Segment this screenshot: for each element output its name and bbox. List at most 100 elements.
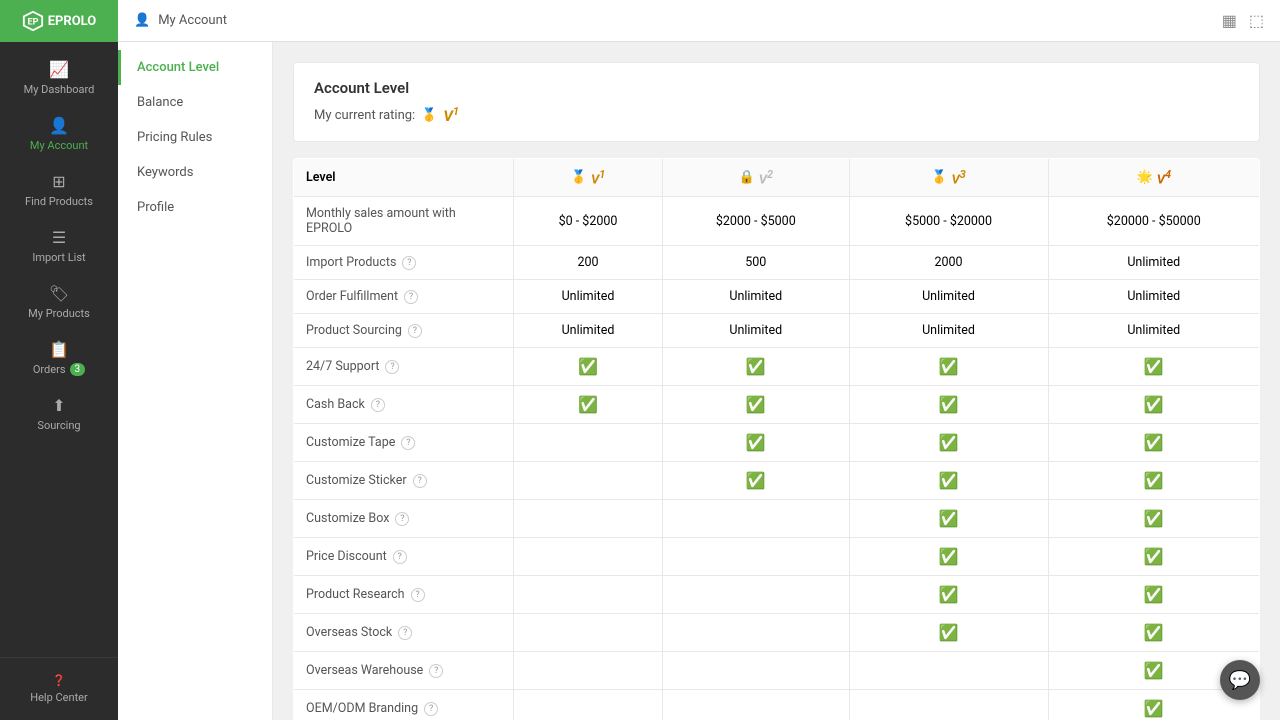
- check-icon: ✅: [939, 585, 959, 604]
- sub-nav-pricing-rules[interactable]: Pricing Rules: [118, 120, 272, 155]
- current-rating: My current rating: 🥇 V1: [314, 105, 1239, 125]
- sidebar-nav: 📈 My Dashboard 👤 My Account ⊞ Find Produ…: [0, 42, 118, 657]
- feature-value-v2: [663, 538, 850, 576]
- feature-name: Import Products: [306, 255, 396, 270]
- help-icon[interactable]: ?: [398, 626, 412, 640]
- check-icon: ✅: [939, 395, 959, 414]
- chat-icon: 💬: [1229, 670, 1251, 691]
- feature-label-cell: Customize Tape ?: [294, 424, 514, 462]
- help-icon[interactable]: ?: [385, 360, 399, 374]
- logout-icon[interactable]: ⬚: [1249, 11, 1264, 30]
- check-icon: ✅: [1144, 357, 1164, 376]
- check-icon: ✅: [1144, 585, 1164, 604]
- sidebar-item-find-products[interactable]: ⊞ Find Products: [0, 162, 118, 218]
- sub-nav-balance[interactable]: Balance: [118, 85, 272, 120]
- feature-value-v1: [514, 424, 663, 462]
- help-icon[interactable]: ?: [424, 702, 438, 716]
- feature-value-v4: ✅: [1048, 424, 1260, 462]
- feature-value-v2: [663, 652, 850, 690]
- feature-value-v3: ✅: [849, 576, 1048, 614]
- help-icon[interactable]: ?: [413, 474, 427, 488]
- page-title: Account Level: [314, 79, 1239, 97]
- feature-name: Customize Sticker: [306, 473, 407, 488]
- v2-label: V2: [759, 168, 773, 187]
- sidebar-item-find-products-label: Find Products: [25, 195, 93, 208]
- table-row: 24/7 Support ?✅✅✅✅: [294, 348, 1260, 386]
- sidebar-item-dashboard[interactable]: 📈 My Dashboard: [0, 50, 118, 106]
- sub-nav-profile[interactable]: Profile: [118, 190, 272, 225]
- feature-value-v3: [849, 652, 1048, 690]
- feature-value-v2: Unlimited: [663, 280, 850, 314]
- check-icon: ✅: [578, 357, 598, 376]
- help-icon: ❓: [52, 674, 66, 687]
- sales-v4: $20000 - $50000: [1048, 197, 1260, 246]
- feature-label-cell: Import Products ?: [294, 246, 514, 280]
- check-icon: ✅: [939, 547, 959, 566]
- sidebar-item-sourcing[interactable]: ⬆ Sourcing: [0, 386, 118, 442]
- feature-value-v3: Unlimited: [849, 280, 1048, 314]
- logo-text: EPROLO: [48, 14, 97, 29]
- help-icon[interactable]: ?: [404, 290, 418, 304]
- feature-value-v3: Unlimited: [849, 314, 1048, 348]
- check-icon: ✅: [1144, 547, 1164, 566]
- table-row: Product Research ?✅✅: [294, 576, 1260, 614]
- sales-v2: $2000 - $5000: [663, 197, 850, 246]
- logo: EP EPROLO: [0, 0, 118, 42]
- help-icon[interactable]: ?: [408, 324, 422, 338]
- help-icon[interactable]: ?: [401, 436, 415, 450]
- v2-lock-icon: 🔒: [739, 170, 755, 185]
- topbar-account-label: My Account: [158, 13, 227, 28]
- table-header-v1: 🥇 V1: [514, 159, 663, 197]
- feature-value-v1: [514, 538, 663, 576]
- table-row: Customize Box ?✅✅: [294, 500, 1260, 538]
- v3-medal-icon: 🥇: [931, 170, 947, 185]
- sales-v3: $5000 - $20000: [849, 197, 1048, 246]
- feature-value-v1: [514, 614, 663, 652]
- feature-value-v1: [514, 690, 663, 720]
- table-row: Customize Tape ?✅✅✅: [294, 424, 1260, 462]
- feature-value-v2: [663, 614, 850, 652]
- sidebar-item-orders[interactable]: 📋 Orders 3: [0, 330, 118, 386]
- feature-name: Customize Tape: [306, 435, 395, 450]
- sub-nav-keywords[interactable]: Keywords: [118, 155, 272, 190]
- feature-value-v1: [514, 652, 663, 690]
- feature-value-v1: [514, 462, 663, 500]
- feature-value-v1: ✅: [514, 348, 663, 386]
- check-icon: ✅: [939, 471, 959, 490]
- feature-value-v2: ✅: [663, 386, 850, 424]
- feature-value-v2: ✅: [663, 348, 850, 386]
- check-icon: ✅: [746, 433, 766, 452]
- check-icon: ✅: [1144, 471, 1164, 490]
- feature-label-cell: Overseas Warehouse ?: [294, 652, 514, 690]
- grid-icon[interactable]: ▦: [1222, 11, 1237, 30]
- check-icon: ✅: [1144, 433, 1164, 452]
- feature-value-v3: [849, 690, 1048, 720]
- check-icon: ✅: [746, 357, 766, 376]
- feature-value-v3: ✅: [849, 500, 1048, 538]
- feature-label-cell: Product Sourcing ?: [294, 314, 514, 348]
- feature-name: Customize Box: [306, 511, 389, 526]
- chat-bubble[interactable]: 💬: [1220, 660, 1260, 700]
- help-icon[interactable]: ?: [371, 398, 385, 412]
- help-icon[interactable]: ?: [411, 588, 425, 602]
- sidebar-item-dashboard-label: My Dashboard: [24, 83, 95, 96]
- sidebar-item-import-list[interactable]: ☰ Import List: [0, 218, 118, 274]
- help-icon[interactable]: ?: [429, 664, 443, 678]
- check-icon: ✅: [1144, 699, 1164, 718]
- feature-value-v3: ✅: [849, 348, 1048, 386]
- topbar-user-icon: 👤: [134, 13, 150, 28]
- sidebar-item-account-label: My Account: [30, 139, 88, 152]
- help-icon[interactable]: ?: [393, 550, 407, 564]
- sidebar-item-my-products[interactable]: 🏷 My Products: [0, 274, 118, 330]
- help-icon[interactable]: ?: [395, 512, 409, 526]
- feature-value-v2: [663, 690, 850, 720]
- feature-value-v1: Unlimited: [514, 314, 663, 348]
- account-icon: 👤: [49, 116, 69, 135]
- topbar-left: 👤 My Account: [134, 13, 227, 28]
- sidebar-item-account[interactable]: 👤 My Account: [0, 106, 118, 162]
- help-icon[interactable]: ?: [402, 256, 416, 270]
- sub-nav-account-level[interactable]: Account Level: [118, 50, 272, 85]
- feature-name: Order Fulfillment: [306, 289, 398, 304]
- current-rating-label: My current rating:: [314, 108, 415, 123]
- help-center-button[interactable]: ❓ Help Center: [6, 668, 112, 710]
